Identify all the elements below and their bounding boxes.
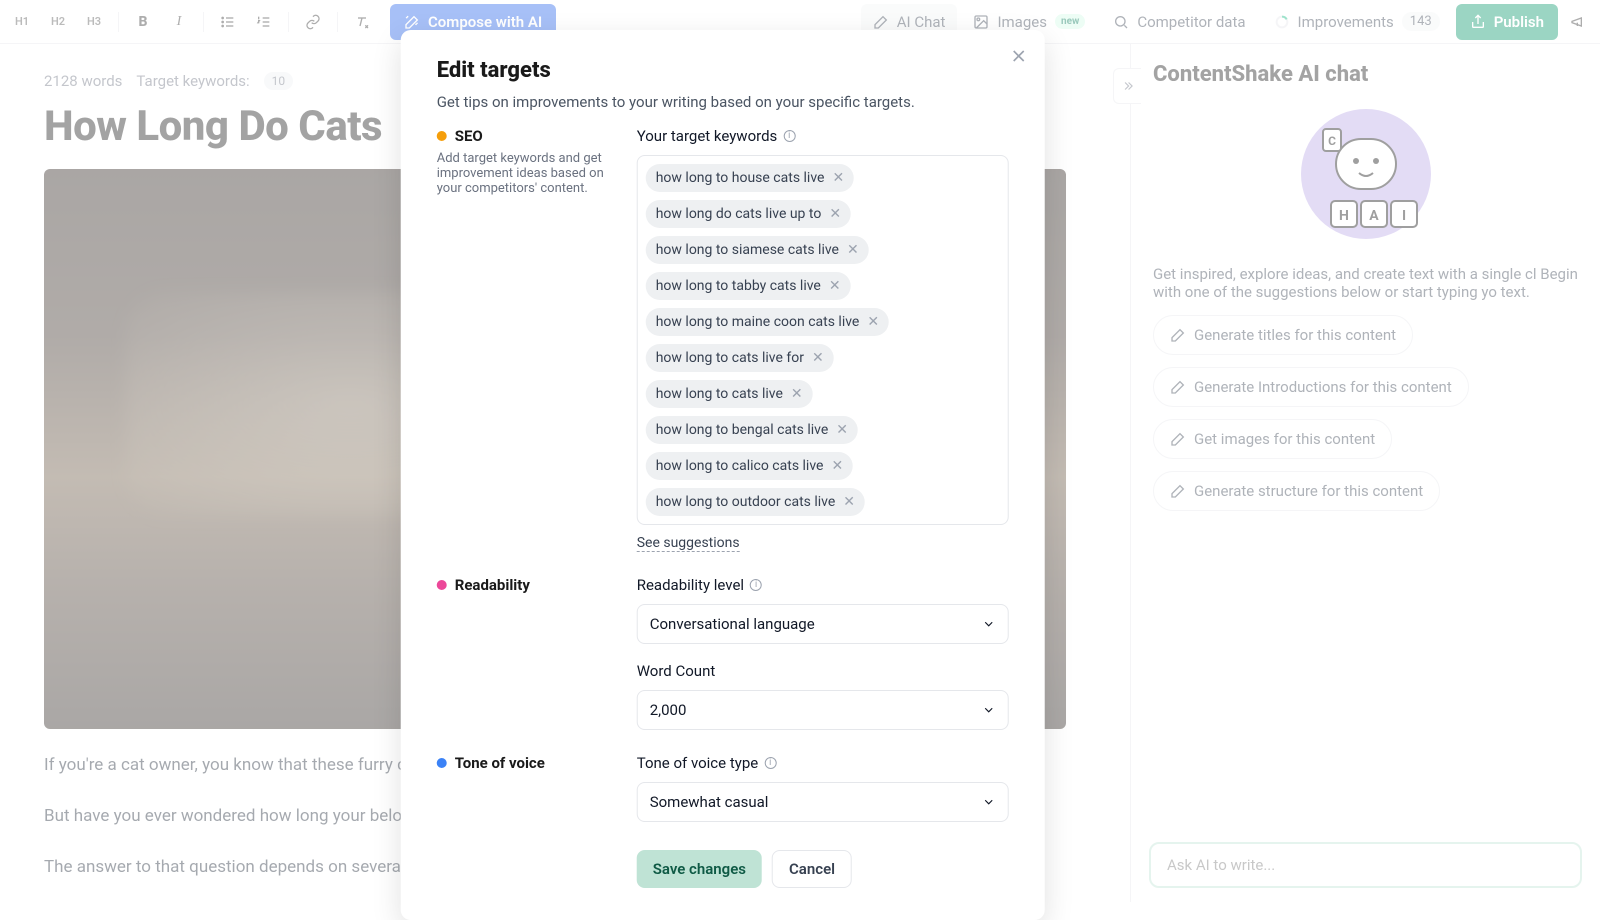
remove-tag-button[interactable]: ✕ [812,350,824,366]
remove-tag-button[interactable]: ✕ [847,242,859,258]
info-icon[interactable]: i [750,579,762,591]
remove-tag-button[interactable]: ✕ [831,458,843,474]
keyword-tag-label: how long to siamese cats live [656,242,839,258]
tone-section-label: Tone of voice [437,754,617,772]
info-icon[interactable]: i [783,130,795,142]
seo-section-help: Add target keywords and get improvement … [437,151,607,196]
remove-tag-button[interactable]: ✕ [836,422,848,438]
keyword-tag-label: how long to tabby cats live [656,278,821,294]
cancel-button[interactable]: Cancel [772,850,852,888]
word-count-select[interactable]: 2,000 [637,690,1009,730]
keyword-tag: how long to tabby cats live ✕ [646,272,851,300]
remove-tag-button[interactable]: ✕ [867,314,879,330]
edit-targets-modal: Edit targets Get tips on improvements to… [401,30,1045,920]
keyword-tag-label: how long to maine coon cats live [656,314,860,330]
remove-tag-button[interactable]: ✕ [843,494,855,510]
keyword-tag-label: how long to cats live for [656,350,804,366]
readability-level-select[interactable]: Conversational language [637,604,1009,644]
remove-tag-button[interactable]: ✕ [829,206,841,222]
keyword-tag-label: how long to outdoor cats live [656,494,836,510]
close-icon [1009,46,1029,66]
chevron-down-icon [982,703,996,717]
keyword-tag: how long to bengal cats live ✕ [646,416,858,444]
modal-title: Edit targets [437,58,1009,83]
seo-section-label: SEO [437,127,617,145]
modal-backdrop[interactable]: Edit targets Get tips on improvements to… [0,0,1600,902]
keyword-tag-label: how long to house cats live [656,170,825,186]
keyword-tag: how long to calico cats live ✕ [646,452,853,480]
keyword-tag-label: how long to bengal cats live [656,422,829,438]
readability-level-value: Conversational language [650,615,815,633]
keyword-tag: how long to maine coon cats live ✕ [646,308,889,336]
keyword-tag: how long to siamese cats live ✕ [646,236,869,264]
modal-subtitle: Get tips on improvements to your writing… [437,93,1009,111]
tone-type-select[interactable]: Somewhat casual [637,782,1009,822]
info-icon[interactable]: i [764,757,776,769]
see-suggestions-link[interactable]: See suggestions [637,535,740,552]
chevron-down-icon [982,617,996,631]
keyword-tag-label: how long do cats live up to [656,206,822,222]
tone-type-value: Somewhat casual [650,793,769,811]
keyword-tag: how long to house cats live ✕ [646,164,854,192]
keywords-field-label: Your target keywordsi [637,127,1009,145]
keyword-tag: how long do cats live up to ✕ [646,200,851,228]
remove-tag-button[interactable]: ✕ [832,170,844,186]
keyword-tag: how long to cats live ✕ [646,380,813,408]
readability-level-label: Readability leveli [637,576,1009,594]
save-changes-button[interactable]: Save changes [637,850,762,888]
word-count-value: 2,000 [650,701,687,719]
keywords-tag-input[interactable]: how long to house cats live✕how long do … [637,155,1009,525]
keyword-tag-label: how long to calico cats live [656,458,824,474]
readability-section-label: Readability [437,576,617,594]
tone-type-label: Tone of voice typei [637,754,1009,772]
keyword-tag: how long to outdoor cats live ✕ [646,488,865,516]
word-count-label: Word Count [637,662,1009,680]
remove-tag-button[interactable]: ✕ [791,386,803,402]
keyword-tag-label: how long to cats live [656,386,783,402]
close-button[interactable] [1009,46,1029,70]
remove-tag-button[interactable]: ✕ [829,278,841,294]
keyword-tag: how long to cats live for ✕ [646,344,834,372]
chevron-down-icon [982,795,996,809]
